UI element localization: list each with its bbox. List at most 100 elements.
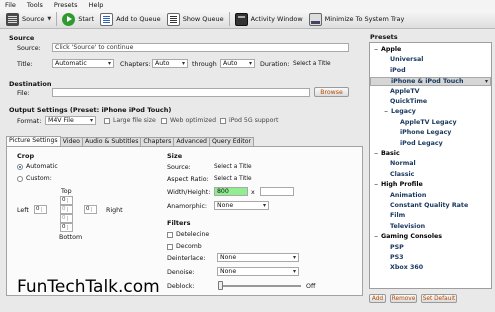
preset-item-legacy[interactable]: − Legacy	[384, 108, 416, 115]
preset-label: PS3	[390, 254, 404, 261]
ipod-5g-checkbox[interactable]: iPod 5G support	[220, 117, 278, 124]
preset-item-normal[interactable]: Normal	[390, 160, 416, 167]
deinterlace-select[interactable]: None	[217, 253, 299, 262]
file-input[interactable]	[52, 88, 310, 97]
tab-query-editor[interactable]: Query Editor	[208, 137, 255, 146]
crop-top-spinner[interactable]: 0	[60, 196, 73, 205]
preset-item-appletv-legacy[interactable]: AppleTV Legacy	[400, 119, 457, 126]
deblock-slider-track[interactable]	[219, 285, 301, 287]
preset-item-ipod-legacy[interactable]: iPod Legacy	[400, 140, 443, 147]
preset-label: iPod Legacy	[400, 139, 443, 147]
remove-preset-button[interactable]: Remove	[390, 294, 417, 303]
watermark-text: FunTechTalk.com	[17, 277, 160, 297]
source-button[interactable]: Source ▼	[3, 11, 54, 28]
browse-button[interactable]: Browse	[314, 87, 349, 97]
menu-help[interactable]: Help	[89, 1, 104, 9]
aspect-ratio-value: Select a Title	[214, 176, 252, 182]
detelecine-checkbox[interactable]: Detelecine	[167, 231, 209, 238]
source-display: Click 'Source' to continue	[52, 43, 349, 52]
preset-item-classic[interactable]: Classic	[390, 171, 414, 178]
large-file-checkbox[interactable]: Large file size	[104, 117, 156, 124]
deblock-slider-thumb[interactable]	[218, 281, 223, 290]
preset-item-psp[interactable]: PSP	[390, 244, 404, 251]
denoise-label: Denoise:	[167, 269, 195, 276]
preset-label: Classic	[390, 170, 415, 178]
size-heading: Size	[167, 152, 183, 160]
preset-item-gaming-consoles[interactable]: − Gaming Consoles	[374, 233, 442, 240]
main-panel: Source Source: Click 'Source' to continu…	[3, 31, 365, 312]
title-select[interactable]: Automatic	[52, 59, 114, 68]
preset-item-universal[interactable]: Universal	[390, 56, 423, 63]
preset-item-iphone-ipod-touch[interactable]: iPhone & iPod Touch	[370, 77, 491, 87]
crop-left-label: Left	[17, 207, 29, 214]
preset-item-ipod[interactable]: iPod	[390, 67, 406, 74]
preset-item-quicktime[interactable]: QuickTime	[390, 98, 427, 105]
start-button[interactable]: Start	[59, 11, 97, 28]
menu-tools[interactable]: Tools	[27, 1, 43, 9]
preset-item-high-profile[interactable]: − High Profile	[374, 181, 423, 188]
denoise-select[interactable]: None	[217, 267, 299, 276]
collapse-toggle-icon[interactable]: −	[374, 234, 379, 240]
preset-item-television[interactable]: Television	[390, 223, 425, 230]
collapse-toggle-icon[interactable]: −	[384, 109, 389, 115]
crop-center-spinner-2[interactable]: 0	[60, 214, 73, 223]
preset-item-iphone-legacy[interactable]: iPhone Legacy	[400, 129, 451, 136]
height-input[interactable]	[260, 187, 294, 196]
preset-item-constant-quality-rate[interactable]: Constant Quality Rate	[390, 202, 468, 209]
preset-item-film[interactable]: Film	[390, 212, 405, 219]
crop-custom-radio[interactable]: Custom:	[17, 175, 52, 182]
crop-automatic-radio[interactable]: Automatic	[17, 163, 58, 170]
duration-label: Duration:	[260, 61, 290, 68]
tab-chapters[interactable]: Chapters	[140, 137, 175, 146]
chapter-start-select[interactable]: Auto	[152, 59, 188, 68]
crop-bottom-spinner[interactable]: 0	[60, 223, 73, 232]
width-input[interactable]: 800	[214, 187, 248, 196]
filters-heading: Filters	[167, 219, 191, 227]
preset-label: High Profile	[381, 181, 423, 189]
tab-video[interactable]: Video	[59, 137, 83, 146]
preset-label: Gaming Consoles	[381, 233, 443, 241]
menu-file[interactable]: File	[5, 1, 16, 9]
tab-advanced[interactable]: Advanced	[173, 137, 210, 146]
show-queue-button[interactable]: Show Queue	[164, 11, 227, 28]
preset-item-ps3[interactable]: PS3	[390, 254, 404, 261]
preset-label: Normal	[390, 160, 416, 168]
minimize-tray-button[interactable]: Minimize To System Tray	[306, 11, 408, 28]
crop-center-spinner-1[interactable]: 0	[60, 205, 73, 214]
chevron-down-icon: ▼	[47, 16, 52, 22]
preset-label: Film	[390, 212, 406, 220]
collapse-toggle-icon[interactable]: −	[374, 151, 379, 157]
preset-item-xbox-360[interactable]: Xbox 360	[390, 264, 423, 271]
decomb-checkbox[interactable]: Decomb	[167, 243, 202, 250]
crop-right-spinner[interactable]: 0	[84, 205, 97, 214]
tab-audio-subtitles[interactable]: Audio & Subtitles	[81, 137, 142, 146]
preset-label: QuickTime	[390, 98, 428, 105]
activity-window-label: Activity Window	[250, 15, 303, 23]
preset-item-apple[interactable]: − Apple	[374, 46, 401, 53]
crop-left-spinner[interactable]: 0	[34, 205, 47, 214]
anamorphic-select[interactable]: None	[214, 201, 269, 210]
activity-window-button[interactable]: Activity Window	[232, 11, 306, 28]
collapse-toggle-icon[interactable]: −	[374, 182, 379, 188]
crop-top-label: Top	[61, 188, 72, 195]
web-optimized-checkbox[interactable]: Web optimized	[161, 117, 216, 124]
add-to-queue-label: Add to Queue	[116, 15, 161, 23]
collapse-toggle-icon[interactable]: −	[374, 47, 379, 53]
add-preset-button[interactable]: Add	[369, 294, 386, 303]
add-to-queue-button[interactable]: Add to Queue	[97, 11, 164, 28]
system-tray-icon	[308, 12, 322, 26]
film-source-icon	[6, 12, 19, 26]
crop-heading: Crop	[17, 152, 35, 160]
chapter-end-select[interactable]: Auto	[220, 59, 255, 68]
presets-tree: −AppleUniversaliPodiPhone & iPod TouchAp…	[369, 42, 492, 289]
tab-picture-settings[interactable]: Picture Settings	[6, 136, 61, 146]
preset-item-animation[interactable]: Animation	[390, 192, 426, 199]
format-select[interactable]: M4V File	[45, 116, 96, 125]
set-default-preset-button[interactable]: Set Default	[421, 294, 457, 303]
play-icon	[62, 12, 76, 26]
preset-item-basic[interactable]: − Basic	[374, 150, 400, 157]
menu-presets[interactable]: Presets	[54, 1, 78, 9]
preset-item-appletv[interactable]: AppleTV	[390, 88, 420, 95]
chapters-label: Chapters:	[120, 61, 151, 68]
menu-bar: File Tools Presets Help	[0, 0, 495, 10]
